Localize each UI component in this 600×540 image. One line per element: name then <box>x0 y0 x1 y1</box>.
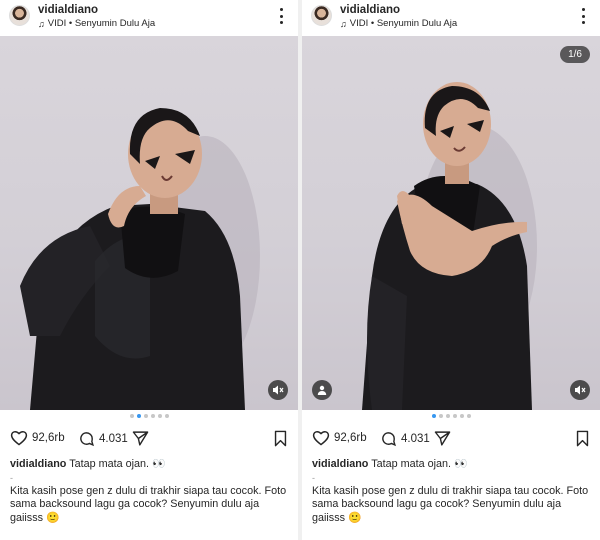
post-photo[interactable]: 1/6 <box>302 36 600 410</box>
comment-icon <box>382 432 396 447</box>
bookmark-icon <box>576 430 589 447</box>
send-icon <box>434 431 451 446</box>
music-note-icon: ♫ <box>340 18 347 29</box>
carousel-dot <box>459 414 464 418</box>
photo-illustration <box>20 108 260 410</box>
more-vertical-icon[interactable] <box>576 8 590 24</box>
heart-icon <box>312 431 330 446</box>
post-caption: vidialdiano Tatap mata ojan. 👀 - Kita ka… <box>312 458 592 525</box>
like-button[interactable]: 92,6rb <box>10 430 65 446</box>
muted-speaker-icon[interactable] <box>268 380 288 400</box>
post-actions: 92,6rb 4.031 <box>0 428 298 452</box>
share-button[interactable] <box>434 430 451 447</box>
bookmark-icon <box>274 430 287 447</box>
avatar[interactable] <box>311 5 332 26</box>
like-count: 92,6rb <box>32 432 65 444</box>
slide-counter: 1/6 <box>560 46 590 63</box>
comment-button[interactable]: 4.031 <box>380 430 430 447</box>
music-label[interactable]: ♫ VIDI • Senyumin Dulu Aja <box>340 18 457 29</box>
carousel-dot <box>143 414 148 418</box>
carousel-dot-active <box>136 414 141 418</box>
comment-count: 4.031 <box>99 432 128 445</box>
caption-body: Kita kasih pose gen z dulu di trakhir si… <box>312 484 589 524</box>
caption-title: Tatap mata ojan. 👀 <box>371 458 468 470</box>
carousel-dot-active <box>431 414 436 418</box>
user-tag-icon[interactable] <box>312 380 332 400</box>
username[interactable]: vidialdiano <box>38 4 98 16</box>
music-note-icon: ♫ <box>38 18 45 29</box>
carousel-dot <box>150 414 155 418</box>
comment-count: 4.031 <box>401 432 430 445</box>
music-text: VIDI • Senyumin Dulu Aja <box>47 18 156 29</box>
more-vertical-icon[interactable] <box>274 8 288 24</box>
carousel-dot <box>452 414 457 418</box>
comment-icon <box>80 432 94 447</box>
carousel-dot <box>157 414 162 418</box>
save-button[interactable] <box>273 430 288 452</box>
avatar[interactable] <box>9 5 30 26</box>
caption-separator: - <box>312 472 315 483</box>
carousel-dot <box>466 414 471 418</box>
music-text: VIDI • Senyumin Dulu Aja <box>349 18 458 29</box>
username[interactable]: vidialdiano <box>340 4 400 16</box>
post-header: vidialdiano ♫ VIDI • Senyumin Dulu Aja <box>302 0 600 33</box>
caption-body: Kita kasih pose gen z dulu di trakhir si… <box>10 484 287 524</box>
carousel-dot <box>445 414 450 418</box>
heart-icon <box>10 431 28 446</box>
save-button[interactable] <box>575 430 590 452</box>
post-actions: 92,6rb 4.031 <box>302 428 600 452</box>
instagram-post-right: vidialdiano ♫ VIDI • Senyumin Dulu Aja 1… <box>302 0 600 540</box>
like-button[interactable]: 92,6rb <box>312 430 367 446</box>
post-photo[interactable] <box>0 36 298 410</box>
muted-speaker-icon[interactable] <box>570 380 590 400</box>
carousel-indicator <box>302 414 600 420</box>
caption-separator: - <box>10 472 13 483</box>
photo-illustration <box>362 82 537 410</box>
like-count: 92,6rb <box>334 432 367 444</box>
send-icon <box>132 431 149 446</box>
carousel-dot <box>164 414 169 418</box>
carousel-indicator <box>0 414 298 420</box>
music-label[interactable]: ♫ VIDI • Senyumin Dulu Aja <box>38 18 155 29</box>
comment-button[interactable]: 4.031 <box>78 430 128 447</box>
caption-username[interactable]: vidialdiano <box>10 458 66 470</box>
caption-title: Tatap mata ojan. 👀 <box>69 458 166 470</box>
post-header: vidialdiano ♫ VIDI • Senyumin Dulu Aja <box>0 0 298 33</box>
share-button[interactable] <box>132 430 149 447</box>
post-caption: vidialdiano Tatap mata ojan. 👀 - Kita ka… <box>10 458 290 525</box>
carousel-dot <box>129 414 134 418</box>
carousel-dot <box>438 414 443 418</box>
caption-username[interactable]: vidialdiano <box>312 458 368 470</box>
instagram-post-left: vidialdiano ♫ VIDI • Senyumin Dulu Aja 9… <box>0 0 298 540</box>
